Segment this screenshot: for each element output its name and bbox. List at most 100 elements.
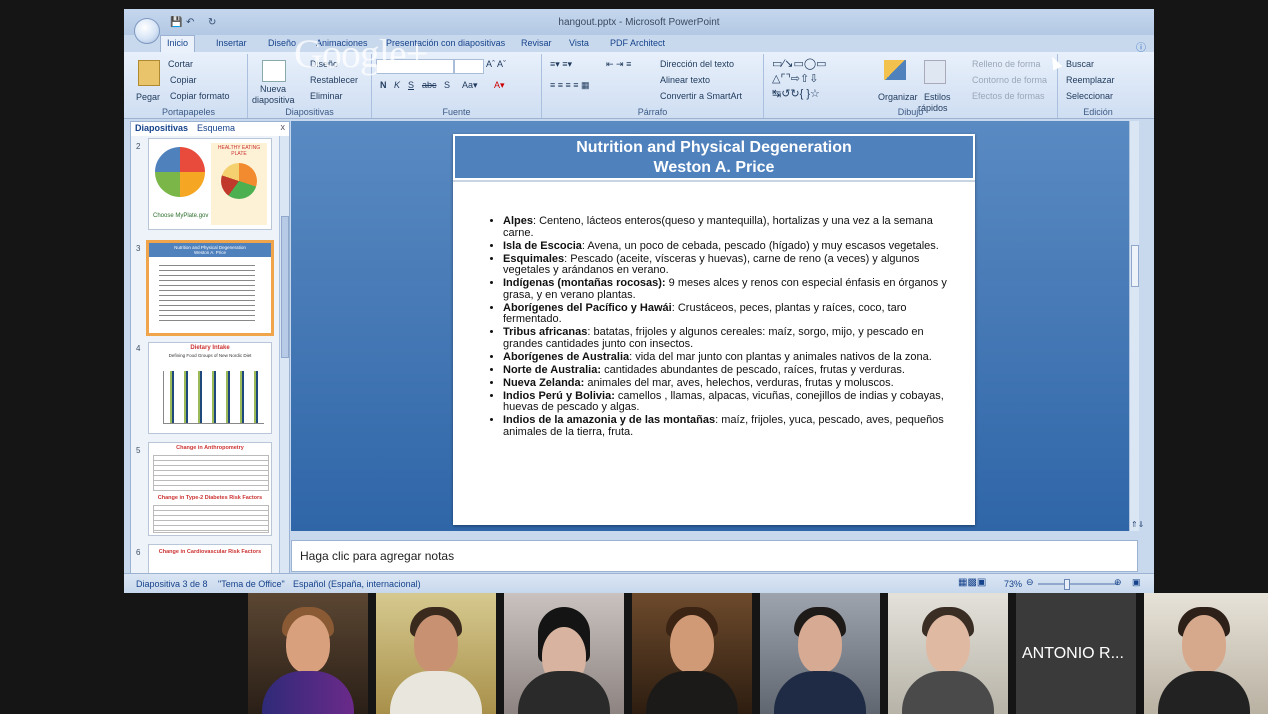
group-label: Edición (1083, 107, 1113, 117)
shape-outline-button[interactable]: Contorno de forma (972, 75, 1047, 85)
close-panel-icon[interactable]: x (281, 122, 286, 132)
paste-button[interactable]: Pegar (136, 92, 160, 102)
participant-video[interactable] (888, 593, 1008, 714)
font-size-select[interactable] (454, 59, 484, 74)
scrollbar-thumb[interactable] (1131, 245, 1139, 287)
quick-styles-button[interactable]: Estilos (924, 92, 951, 102)
participant-video[interactable] (376, 593, 496, 714)
text-direction-button[interactable]: Dirección del texto (660, 59, 734, 69)
slide-title: Nutrition and Physical Degeneration (576, 139, 852, 156)
underline-icon[interactable]: S (408, 80, 414, 90)
font-color-icon[interactable]: A▾ (494, 80, 505, 91)
shapes-gallery[interactable]: ▭∕↘▭◯▭ (772, 57, 827, 70)
arrange-button[interactable]: Organizar (878, 92, 918, 102)
cut-button[interactable]: Cortar (168, 59, 193, 69)
tab-vista[interactable]: Vista (569, 38, 589, 48)
shapes-gallery-row3[interactable]: ↹↺↻{ }☆ (772, 87, 820, 100)
next-slide-icon[interactable]: ⇑⇓ (1131, 520, 1144, 529)
bold-icon[interactable]: N (380, 80, 387, 90)
slide-editor[interactable]: Nutrition and Physical Degeneration West… (291, 121, 1144, 531)
avatar (414, 615, 458, 673)
find-button[interactable]: Buscar (1066, 59, 1094, 69)
zoom-in-icon[interactable]: ⊕ (1114, 577, 1122, 588)
bullet-heading: Tribus africanas (503, 326, 588, 338)
shapes-gallery-row2[interactable]: △⌜⌝⇨⇧⇩ (772, 72, 818, 85)
tab-insertar[interactable]: Insertar (216, 38, 247, 48)
editor-scrollbar[interactable]: ⇑⇓ (1129, 121, 1144, 531)
copy-button[interactable]: Copiar (170, 75, 197, 85)
select-button[interactable]: Seleccionar (1066, 91, 1113, 101)
tab-revisar[interactable]: Revisar (521, 38, 552, 48)
avatar (670, 615, 714, 673)
scrollbar-thumb[interactable] (281, 216, 289, 358)
group-label: Dibujo (897, 107, 924, 117)
notes-pane[interactable]: Haga clic para agregar notas (291, 540, 1138, 572)
tab-slides[interactable]: Diapositivas (131, 122, 193, 135)
grow-font-icon[interactable]: Aˆ Aˇ (486, 59, 506, 69)
slide-thumbnail-6[interactable]: Change in Cardiovascular Risk Factors (148, 544, 272, 574)
replace-button[interactable]: Reemplazar (1066, 75, 1115, 85)
bullets-icon[interactable]: ≡▾ ≡▾ (550, 59, 572, 70)
tab-pdf-architect[interactable]: PDF Architect (610, 38, 665, 48)
bullet-list[interactable]: Alpes: Centeno, lácteos enteros(queso y … (483, 215, 959, 440)
align-left-icon[interactable]: ≡ ≡ ≡ ≡ ▦ (550, 80, 590, 91)
zoom-slider[interactable] (1038, 579, 1118, 590)
participant-video[interactable] (632, 593, 752, 714)
thumb-header: Nutrition and Physical Degeneration West… (149, 243, 271, 257)
new-slide-button-line2[interactable]: diapositiva (252, 95, 295, 105)
theme-name[interactable]: "Tema de Office" (218, 579, 285, 589)
group-label: Fuente (442, 107, 471, 117)
undo-icon[interactable]: ↶ (186, 17, 194, 28)
thumb-table (153, 505, 269, 533)
italic-icon[interactable]: K (394, 80, 400, 90)
thumb-title: Change in Cardiovascular Risk Factors (158, 549, 262, 555)
convert-smartart-button[interactable]: Convertir a SmartArt (660, 91, 742, 101)
participant-video[interactable] (1144, 593, 1268, 714)
tab-outline[interactable]: Esquema (193, 122, 239, 135)
language-indicator[interactable]: Español (España, internacional) (293, 579, 421, 589)
thumb-number: 2 (136, 142, 141, 151)
slide-thumbnail-4[interactable]: Dietary Intake Defining Food Groups of N… (148, 342, 272, 434)
format-painter-button[interactable]: Copiar formato (170, 91, 230, 101)
tab-inicio[interactable]: Inicio (160, 35, 196, 52)
group-dibujo: ▭∕↘▭◯▭ △⌜⌝⇨⇧⇩ ↹↺↻{ }☆ Organizar Estilos … (764, 54, 1058, 118)
bullet-item: Nueva Zelanda: animales del mar, aves, h… (503, 377, 959, 390)
indent-icon[interactable]: ⇤ ⇥ ≡ (606, 59, 631, 70)
thumbnail-scrollbar[interactable] (279, 136, 289, 574)
avatar (774, 671, 866, 714)
view-buttons[interactable]: ▦▩▣ (958, 577, 986, 588)
new-slide-button[interactable]: Nueva (260, 84, 286, 94)
thumb-number: 5 (136, 446, 141, 455)
slide-thumbnail-2[interactable]: HEALTHY EATING PLATE Choose MyPlate.gov (148, 138, 272, 230)
avatar (646, 671, 738, 714)
zoom-slider-thumb[interactable] (1064, 579, 1070, 590)
slide-thumbnail-3[interactable]: Nutrition and Physical Degeneration West… (146, 240, 274, 336)
participant-name-tile[interactable]: ANTONIO R... (1016, 593, 1136, 714)
shape-effects-button[interactable]: Efectos de formas (972, 91, 1045, 101)
participant-video[interactable] (504, 593, 624, 714)
title-bar: hangout.pptx - Microsoft PowerPoint 💾 ↶ … (124, 9, 1154, 54)
slide-title-box[interactable]: Nutrition and Physical Degeneration West… (453, 134, 975, 180)
align-text-button[interactable]: Alinear texto (660, 75, 710, 85)
save-icon[interactable]: 💾 (170, 17, 182, 28)
current-slide[interactable]: Nutrition and Physical Degeneration West… (453, 134, 975, 525)
shape-fill-button[interactable]: Relleno de forma (972, 59, 1041, 69)
zoom-out-icon[interactable]: ⊖ (1026, 577, 1034, 588)
thumb-number: 4 (136, 344, 141, 353)
bullet-item: Alpes: Centeno, lácteos enteros(queso y … (503, 215, 959, 239)
thumb-title: Change in Anthropometry (176, 445, 244, 451)
arrange-icon (884, 60, 906, 80)
case-icon[interactable]: Aa▾ (462, 80, 478, 91)
participant-video[interactable] (248, 593, 368, 714)
strikethrough-icon[interactable]: abc (422, 80, 437, 90)
zoom-level[interactable]: 73% (1004, 579, 1022, 589)
tab-diseno[interactable]: Diseño (268, 38, 296, 48)
delete-slide-button[interactable]: Eliminar (310, 91, 343, 101)
shadow-icon[interactable]: S (444, 80, 450, 90)
avatar (926, 615, 970, 673)
slide-thumbnail-5[interactable]: Change in Anthropometry Change in Type-2… (148, 442, 272, 536)
bullet-text: cantidades abundantes de pescado, raíces… (601, 363, 905, 376)
redo-icon[interactable]: ↻ (208, 17, 216, 28)
fit-window-icon[interactable]: ▣ (1132, 577, 1141, 588)
participant-video[interactable] (760, 593, 880, 714)
